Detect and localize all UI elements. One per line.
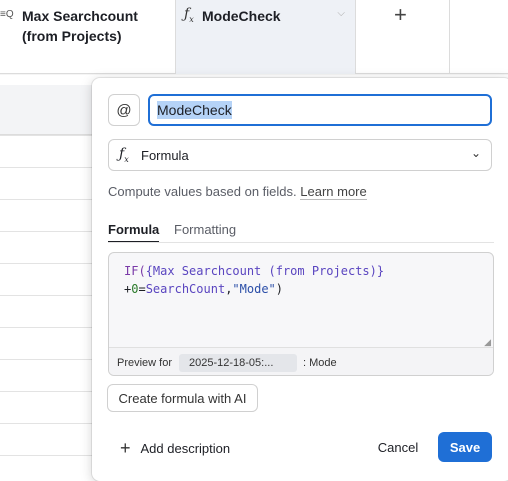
row-divider (0, 231, 100, 232)
chevron-down-icon[interactable]: ⌵ (337, 8, 345, 19)
row-divider (0, 135, 100, 136)
row-divider (0, 359, 100, 360)
formula-editor[interactable]: IF({Max Searchcount (from Projects)} +0=… (108, 252, 494, 376)
plus-icon: + (120, 438, 131, 458)
field-name-mention-button[interactable]: @ (108, 94, 140, 126)
row-divider (0, 327, 100, 328)
field-type-select[interactable]: ƒx Formula ⌄ (108, 139, 492, 171)
field-type-description: Compute values based on fields. Learn mo… (108, 184, 367, 200)
preview-record-select[interactable]: 2025-12-18-05:... (179, 354, 297, 372)
formula-icon: ƒx (119, 146, 129, 164)
column-title: ModeCheck (202, 8, 281, 24)
grid-header: ≡Q Max Searchcount (from Projects) ƒx Mo… (0, 0, 508, 74)
create-formula-with-ai-button[interactable]: Create formula with AI (107, 384, 258, 412)
row-divider (0, 295, 100, 296)
plus-icon: + (394, 2, 407, 27)
column-header-modecheck[interactable]: ƒx ModeCheck ⌵ (176, 0, 356, 74)
learn-more-link[interactable]: Learn more (300, 184, 367, 200)
chevron-down-icon: ⌄ (470, 146, 481, 160)
row-divider (0, 199, 100, 200)
tab-formatting[interactable]: Formatting (174, 222, 236, 237)
row-divider (0, 263, 100, 264)
row-divider (0, 167, 100, 168)
cancel-button[interactable]: Cancel (372, 433, 424, 461)
formula-icon: ƒx (184, 6, 194, 24)
tab-divider (108, 242, 494, 243)
row-divider (0, 391, 100, 392)
at-sign-icon: @ (116, 101, 132, 119)
preview-value: : Mode (303, 357, 337, 369)
grid-summary-band (0, 85, 100, 135)
column-header-max-searchcount[interactable]: ≡Q Max Searchcount (from Projects) (0, 0, 176, 74)
field-type-label: Formula (141, 148, 189, 163)
save-button[interactable]: Save (438, 432, 492, 462)
lookup-icon: ≡Q (0, 9, 14, 20)
field-name-input[interactable]: ModeCheck (148, 94, 492, 126)
column-title: Max Searchcount (from Projects) (22, 8, 138, 44)
add-description-button[interactable]: + Add description (120, 438, 230, 459)
add-column-button[interactable]: + (356, 0, 450, 74)
tab-formula[interactable]: Formula (108, 222, 160, 243)
row-divider (0, 423, 100, 424)
formula-preview: Preview for 2025-12-18-05:... : Mode (109, 347, 493, 375)
add-description-label: Add description (140, 441, 231, 456)
row-divider (0, 455, 100, 456)
formula-code: IF({Max Searchcount (from Projects)} +0=… (124, 264, 385, 296)
field-name-text: ModeCheck (157, 101, 232, 119)
field-editor-popover: @ ModeCheck ƒx Formula ⌄ Compute values … (92, 78, 508, 481)
preview-label: Preview for (117, 357, 173, 369)
